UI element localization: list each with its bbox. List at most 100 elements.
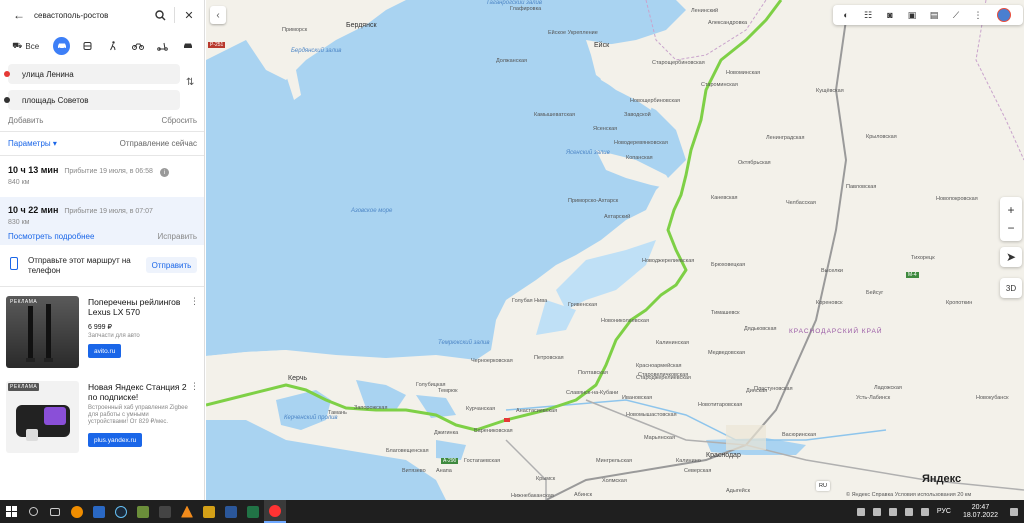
map-canvas[interactable]: Азовское море Бердянский залив Ясенский …: [206, 0, 1024, 500]
send-button[interactable]: Отправить: [146, 257, 197, 273]
layers-icon[interactable]: ◐: [839, 9, 853, 21]
kuban-river: [505, 399, 887, 441]
krasnodar-city-area: [726, 425, 766, 450]
tray-icon[interactable]: [856, 507, 865, 516]
excel-icon[interactable]: [242, 500, 264, 523]
ruler-icon[interactable]: ⟋: [949, 9, 963, 21]
label-novokubansk: Новокубанск: [976, 395, 1009, 401]
label-novonikolaevskaya: Новониколаевская: [601, 318, 649, 324]
info-icon[interactable]: i: [160, 168, 169, 177]
route-duration: 10 ч 22 мин: [8, 205, 59, 215]
label-kurchanskaya: Курчанская: [466, 406, 496, 412]
label-anapa: Анапа: [436, 468, 452, 474]
3d-button[interactable]: 3D: [1000, 278, 1022, 298]
label-yasensky-bay: Ясенский залив: [566, 150, 610, 156]
label-kalinino: Калинино: [676, 458, 701, 464]
windows-taskbar: РУС 20:47 18.07.2022: [0, 500, 1024, 523]
more-icon[interactable]: ⋮: [190, 381, 199, 392]
back-arrow-icon[interactable]: ←: [8, 4, 30, 26]
label-mingrelskaya: Мингрельская: [596, 458, 633, 464]
volume-icon[interactable]: [920, 507, 929, 516]
car-mode-icon[interactable]: [53, 37, 71, 55]
windows-start-icon[interactable]: [0, 500, 22, 523]
scooter-mode-icon[interactable]: [155, 37, 170, 55]
label-yeysk: Ейск: [594, 42, 610, 49]
label-kalininskaya: Калининская: [656, 340, 690, 346]
task-view-icon[interactable]: [44, 500, 66, 523]
collapse-panel-button[interactable]: ‹: [210, 6, 226, 24]
swap-icon[interactable]: ⇅: [186, 77, 194, 88]
steam-icon[interactable]: [110, 500, 132, 523]
search-icon[interactable]: [150, 5, 170, 25]
route-arrival: Прибытие 19 июля, в 07:07: [64, 208, 153, 215]
ad-title[interactable]: Новая Яндекс Станция 2 по подписке!: [88, 382, 188, 402]
menu-icon[interactable]: ⋮: [971, 9, 985, 21]
label-plastunovskaya: Пластуновская: [754, 386, 793, 392]
route-option-2[interactable]: 10 ч 22 мин Прибытие 19 июля, в 07:07 83…: [0, 197, 204, 245]
ad-title[interactable]: Поперечены рейлингов Lexus LX 570: [88, 297, 188, 317]
close-icon[interactable]: ✕: [179, 5, 199, 25]
input-language[interactable]: РУС: [937, 508, 951, 515]
app-icon[interactable]: [66, 500, 88, 523]
taxi-mode-icon[interactable]: [180, 37, 195, 55]
ad-image[interactable]: РЕКЛАМА: [6, 381, 79, 453]
minecraft-icon[interactable]: [132, 500, 154, 523]
label-akhtarsky: Ахтарский: [604, 214, 631, 220]
label-kushchevskaya: Кущёвская: [816, 88, 844, 94]
highway-road: [505, 439, 547, 500]
add-point-link[interactable]: Добавить: [8, 116, 43, 125]
label-primorsk: Приморск: [282, 27, 308, 33]
bike-mode-icon[interactable]: [130, 37, 145, 55]
panorama-icon[interactable]: ◙: [883, 9, 897, 21]
label-novoderevyankovskaya: Новодеревянковская: [614, 140, 668, 146]
search-taskbar-icon[interactable]: [22, 500, 44, 523]
ad-image[interactable]: РЕКЛАМА: [6, 296, 79, 368]
traffic-icon[interactable]: ☷: [861, 9, 875, 21]
user-avatar[interactable]: [997, 8, 1011, 22]
waypoint-to[interactable]: площадь Советов: [4, 90, 180, 110]
waypoint-from[interactable]: улица Ленина: [4, 64, 180, 84]
vlc-icon[interactable]: [176, 500, 198, 523]
map-footer[interactable]: © Яндекс Справка Условия использования 2…: [846, 492, 971, 498]
reset-link[interactable]: Сбросить: [161, 116, 197, 125]
map-language[interactable]: RU: [816, 481, 830, 491]
clock[interactable]: 20:47 18.07.2022: [963, 504, 998, 520]
network-icon[interactable]: [904, 507, 913, 516]
notifications-icon[interactable]: [1010, 507, 1018, 516]
tray-icon[interactable]: [888, 507, 897, 516]
more-icon[interactable]: ⋮: [190, 296, 199, 307]
app-icon[interactable]: [154, 500, 176, 523]
tray-icon[interactable]: [872, 507, 881, 516]
label-kerch: Керчь: [288, 375, 308, 382]
mode-all-button[interactable]: ⛟ Все: [8, 37, 43, 55]
yandex-logo: Яндекс: [922, 473, 962, 485]
to-input[interactable]: площадь Советов: [22, 96, 88, 105]
ad-card-station[interactable]: РЕКЛАМА Новая Яндекс Станция 2 по подпис…: [0, 381, 204, 457]
label-leningradskaya: Ленинградская: [766, 135, 805, 141]
parking-icon[interactable]: ▤: [927, 9, 941, 21]
divider: [0, 155, 204, 156]
departure-time[interactable]: Отправление сейчас: [120, 139, 197, 148]
yandex-browser-icon[interactable]: [264, 500, 286, 523]
location-icon[interactable]: ➤: [1000, 247, 1022, 267]
word-icon[interactable]: [220, 500, 242, 523]
search-input[interactable]: севастополь-ростов: [34, 11, 150, 20]
lagoon-water: [436, 440, 466, 460]
zoom-out-button[interactable]: −: [1007, 219, 1014, 237]
transit-icon[interactable]: ▣: [905, 9, 919, 21]
ad-card-railings[interactable]: РЕКЛАМА Поперечены рейлингов Lexus LX 57…: [0, 296, 204, 378]
from-input[interactable]: улица Ленина: [22, 70, 74, 79]
bus-mode-icon[interactable]: [80, 37, 95, 55]
walk-mode-icon[interactable]: [105, 37, 120, 55]
route-details-link[interactable]: Посмотреть подробнее: [8, 232, 94, 241]
map-graphic[interactable]: [206, 0, 1024, 500]
route-option-1[interactable]: 10 ч 13 мин Прибытие 19 июля, в 06:58 84…: [0, 165, 204, 195]
params-dropdown[interactable]: Параметры ▾: [8, 139, 57, 148]
ad-link-button[interactable]: avito.ru: [88, 344, 122, 358]
app-icon[interactable]: [198, 500, 220, 523]
app-icon[interactable]: [88, 500, 110, 523]
zoom-in-button[interactable]: +: [1007, 201, 1014, 219]
params-row: Параметры ▾ Отправление сейчас: [8, 139, 197, 148]
route-fix-link[interactable]: Исправить: [157, 232, 197, 241]
ad-link-button[interactable]: plus.yandex.ru: [88, 433, 143, 447]
